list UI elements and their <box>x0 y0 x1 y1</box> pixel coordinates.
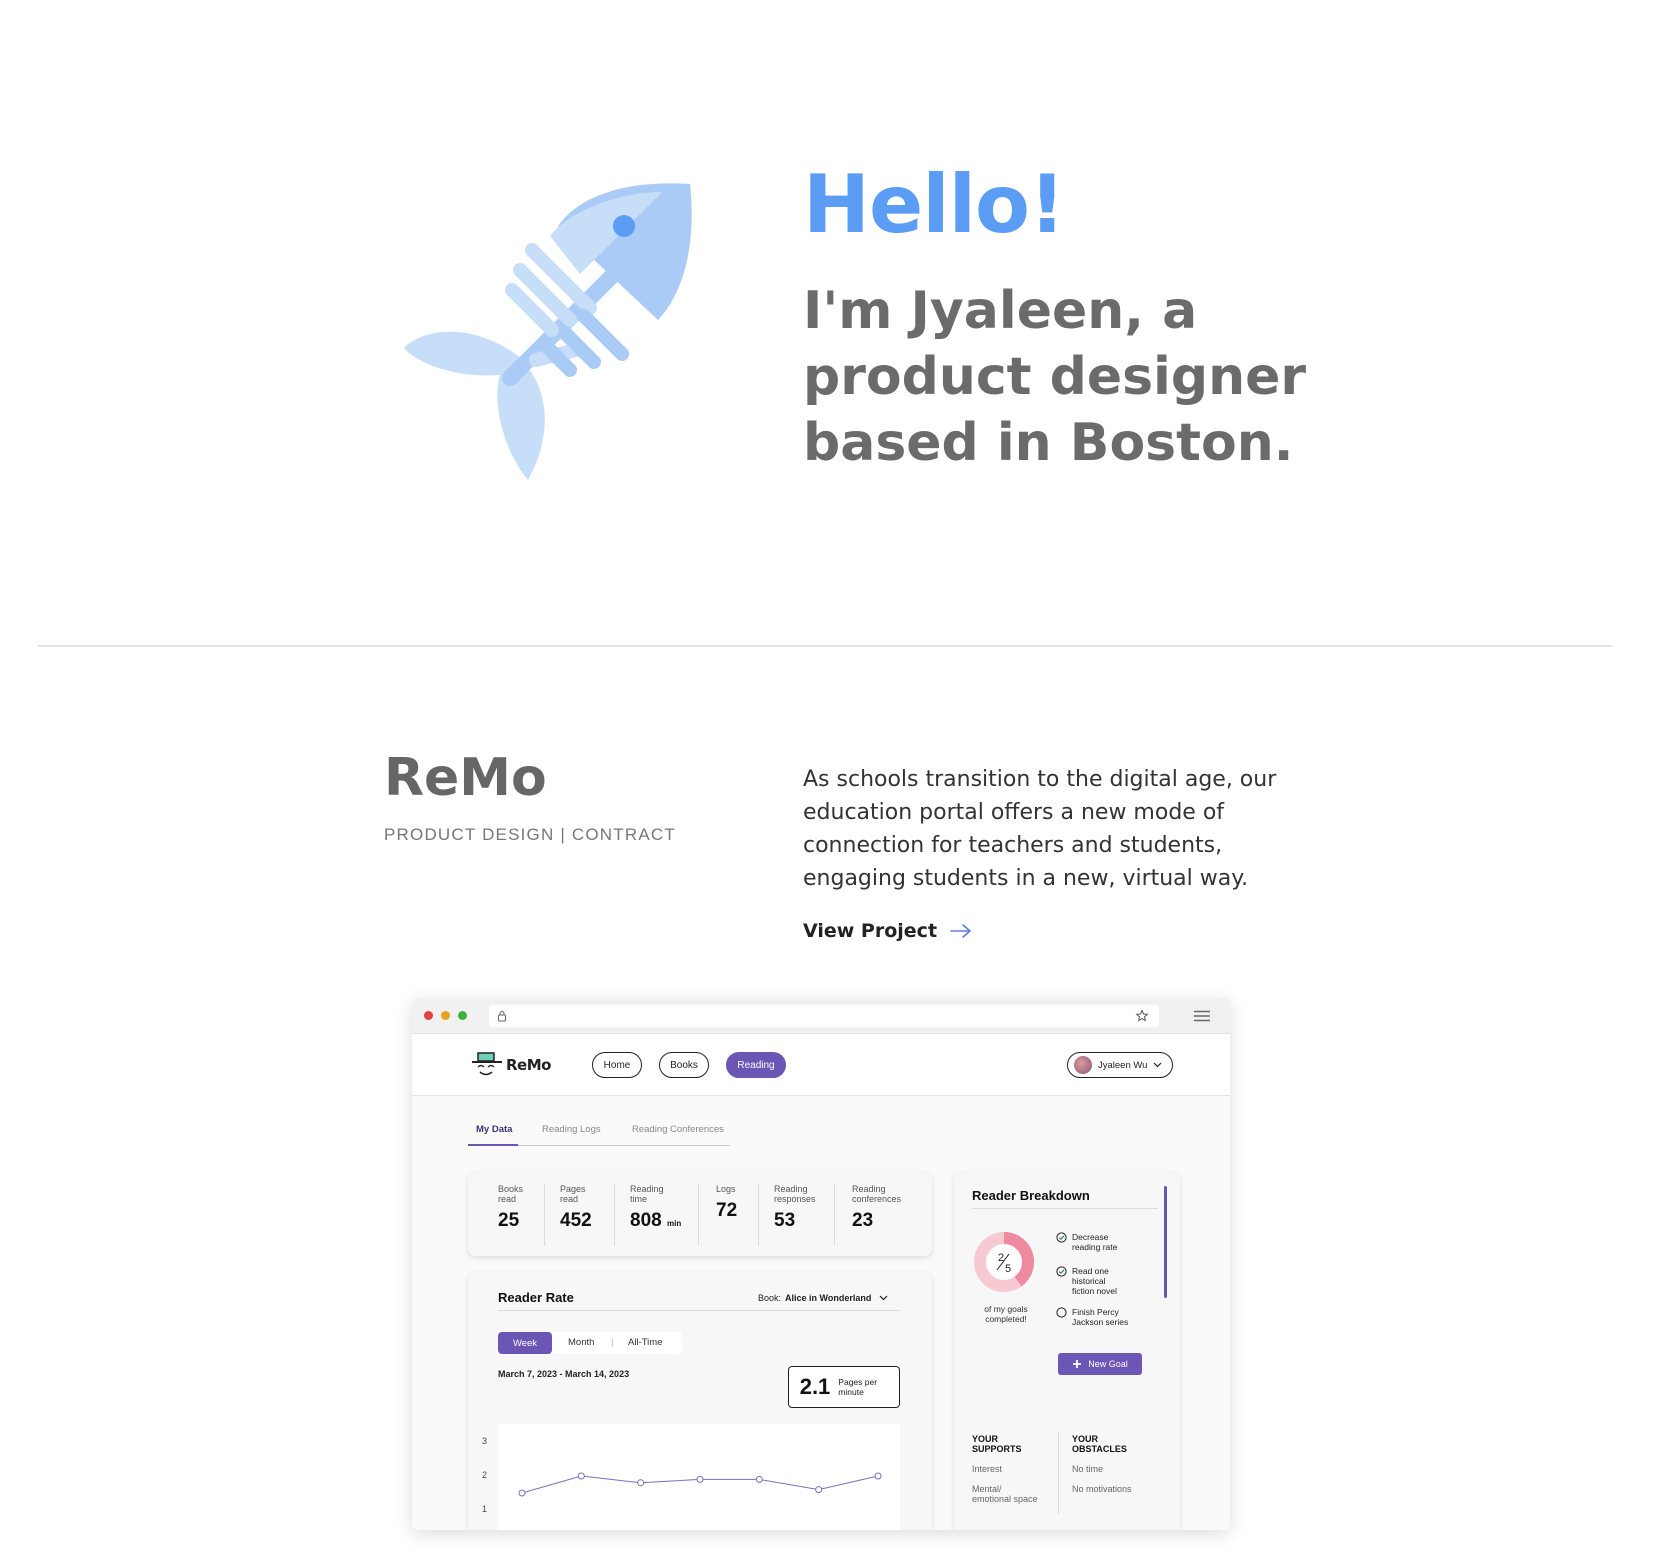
y-tick-label: 2 <box>482 1470 488 1480</box>
maximize-dot[interactable] <box>458 1011 467 1020</box>
ppm-unit: Pages per minute <box>838 1377 878 1397</box>
period-all-time[interactable]: All-Time <box>628 1337 662 1348</box>
arrow-right-icon <box>950 924 971 938</box>
donut-denominator: 5 <box>1005 1263 1011 1275</box>
stat-books-read: Books read 25 <box>498 1184 524 1231</box>
nav-home[interactable]: Home <box>592 1052 642 1078</box>
goal-item[interactable]: Read one historical fiction novel <box>1056 1266 1128 1296</box>
supports-title: YOUR SUPPORTS <box>972 1434 1022 1454</box>
section-divider <box>38 645 1612 647</box>
obstacle-item: No time <box>1072 1464 1104 1474</box>
star-icon[interactable] <box>1135 1008 1149 1023</box>
y-tick-label: 1 <box>482 1504 488 1514</box>
menu-icon[interactable] <box>1193 1010 1211 1022</box>
support-item: Interest <box>972 1464 1003 1474</box>
new-goal-button[interactable]: New Goal <box>1058 1353 1142 1375</box>
project-description: As schools transition to the digital age… <box>803 767 1277 891</box>
app-navbar: ReMo Home Books Reading Jyaleen Wu <box>412 1034 1230 1096</box>
hero-greeting: Hello! <box>803 158 1065 251</box>
close-dot[interactable] <box>424 1011 433 1020</box>
browser-chrome <box>412 998 1230 1034</box>
chevron-down-icon <box>879 1295 888 1301</box>
date-range: March 7, 2023 - March 14, 2023 <box>498 1369 630 1379</box>
stat-reading-responses: Reading responses 53 <box>774 1184 816 1231</box>
stat-pages-read: Pages read 452 <box>560 1184 592 1231</box>
browser-mockup: ReMo Home Books Reading Jyaleen Wu My Da… <box>412 998 1230 1530</box>
goal-item[interactable]: Finish Percy Jackson series <box>1056 1307 1138 1327</box>
obstacle-item: No motivations <box>1072 1484 1132 1494</box>
plus-icon <box>1073 1360 1082 1368</box>
period-month[interactable]: Month <box>568 1337 594 1348</box>
tab-reading-conferences[interactable]: Reading Conferences <box>632 1124 724 1135</box>
stat-logs: Logs 72 <box>716 1184 738 1221</box>
check-circle-icon <box>1056 1266 1067 1277</box>
data-point[interactable] <box>874 1472 882 1480</box>
remo-logo[interactable]: ReMo <box>470 1050 551 1080</box>
view-project-label: View Project <box>803 920 938 942</box>
tab-my-data[interactable]: My Data <box>476 1124 512 1135</box>
y-tick-label: 3 <box>482 1436 488 1446</box>
url-bar[interactable] <box>489 1004 1159 1027</box>
stat-reading-time: Reading time 808 min <box>630 1184 682 1231</box>
reader-rate-title: Reader Rate <box>498 1290 574 1305</box>
period-week[interactable]: Week <box>498 1332 552 1354</box>
obstacles-column: YOUR OBSTACLES No time No motivations <box>1072 1434 1152 1494</box>
brand-name: ReMo <box>506 1056 551 1074</box>
data-point[interactable] <box>518 1489 526 1497</box>
reader-breakdown-card: Reader Breakdown 2 5 of my goals complet… <box>954 1172 1180 1530</box>
project-title: ReMo <box>384 748 547 808</box>
support-item: Mental/ emotional space <box>972 1484 1038 1504</box>
empty-circle-icon <box>1056 1307 1067 1318</box>
data-tabs: My Data Reading Logs Reading Conferences <box>468 1124 730 1146</box>
minimize-dot[interactable] <box>441 1011 450 1020</box>
project-tags: PRODUCT DESIGN | CONTRACT <box>384 825 676 844</box>
scrollbar[interactable] <box>1164 1186 1167 1298</box>
ppm-value: 2.1 <box>799 1374 831 1399</box>
fish-bone-icon <box>404 183 692 480</box>
reader-rate-card: Reader Rate Book: Alice in Wonderland We… <box>468 1272 932 1530</box>
active-tab-indicator <box>468 1144 518 1146</box>
book-select[interactable]: Book: Alice in Wonderland <box>758 1293 888 1303</box>
goal-item[interactable]: Decrease reading rate <box>1056 1232 1128 1252</box>
stats-card: Books read 25 Pages read 452 Reading tim… <box>468 1172 932 1256</box>
chart-area <box>498 1424 900 1530</box>
book-select-value: Alice in Wonderland <box>785 1293 872 1303</box>
check-circle-icon <box>1056 1232 1067 1243</box>
detective-logo-icon <box>472 1052 502 1076</box>
nav-reading[interactable]: Reading <box>726 1052 786 1078</box>
hero-intro: I'm Jyaleen, a product designer based in… <box>803 281 1307 473</box>
user-name: Jyaleen Wu <box>1098 1059 1148 1071</box>
user-menu[interactable]: Jyaleen Wu <box>1067 1052 1173 1078</box>
obstacles-title: YOUR OBSTACLES <box>1072 1434 1127 1454</box>
donut-caption: of my goals completed! <box>984 1304 1028 1324</box>
lock-icon <box>498 1010 506 1021</box>
data-point[interactable] <box>755 1475 763 1483</box>
data-point[interactable] <box>637 1479 645 1487</box>
view-project-link[interactable]: View Project <box>803 920 973 942</box>
supports-column: YOUR SUPPORTS Interest Mental/ emotional… <box>972 1434 1052 1504</box>
stat-reading-conferences: Reading conferences 23 <box>852 1184 902 1231</box>
breakdown-title: Reader Breakdown <box>972 1188 1090 1203</box>
reader-rate-chart <box>518 1472 882 1497</box>
goals-donut: 2 5 <box>974 1232 1034 1292</box>
nav-books[interactable]: Books <box>659 1052 709 1078</box>
avatar <box>1074 1056 1092 1074</box>
data-point[interactable] <box>696 1475 704 1483</box>
data-point[interactable] <box>815 1486 823 1494</box>
pages-per-minute-box: 2.1 Pages per minute <box>788 1366 900 1408</box>
period-toggle: Week Month | All-Time <box>498 1332 682 1354</box>
chevron-down-icon <box>1154 1062 1162 1068</box>
data-point[interactable] <box>577 1472 585 1480</box>
tab-reading-logs[interactable]: Reading Logs <box>542 1124 601 1135</box>
